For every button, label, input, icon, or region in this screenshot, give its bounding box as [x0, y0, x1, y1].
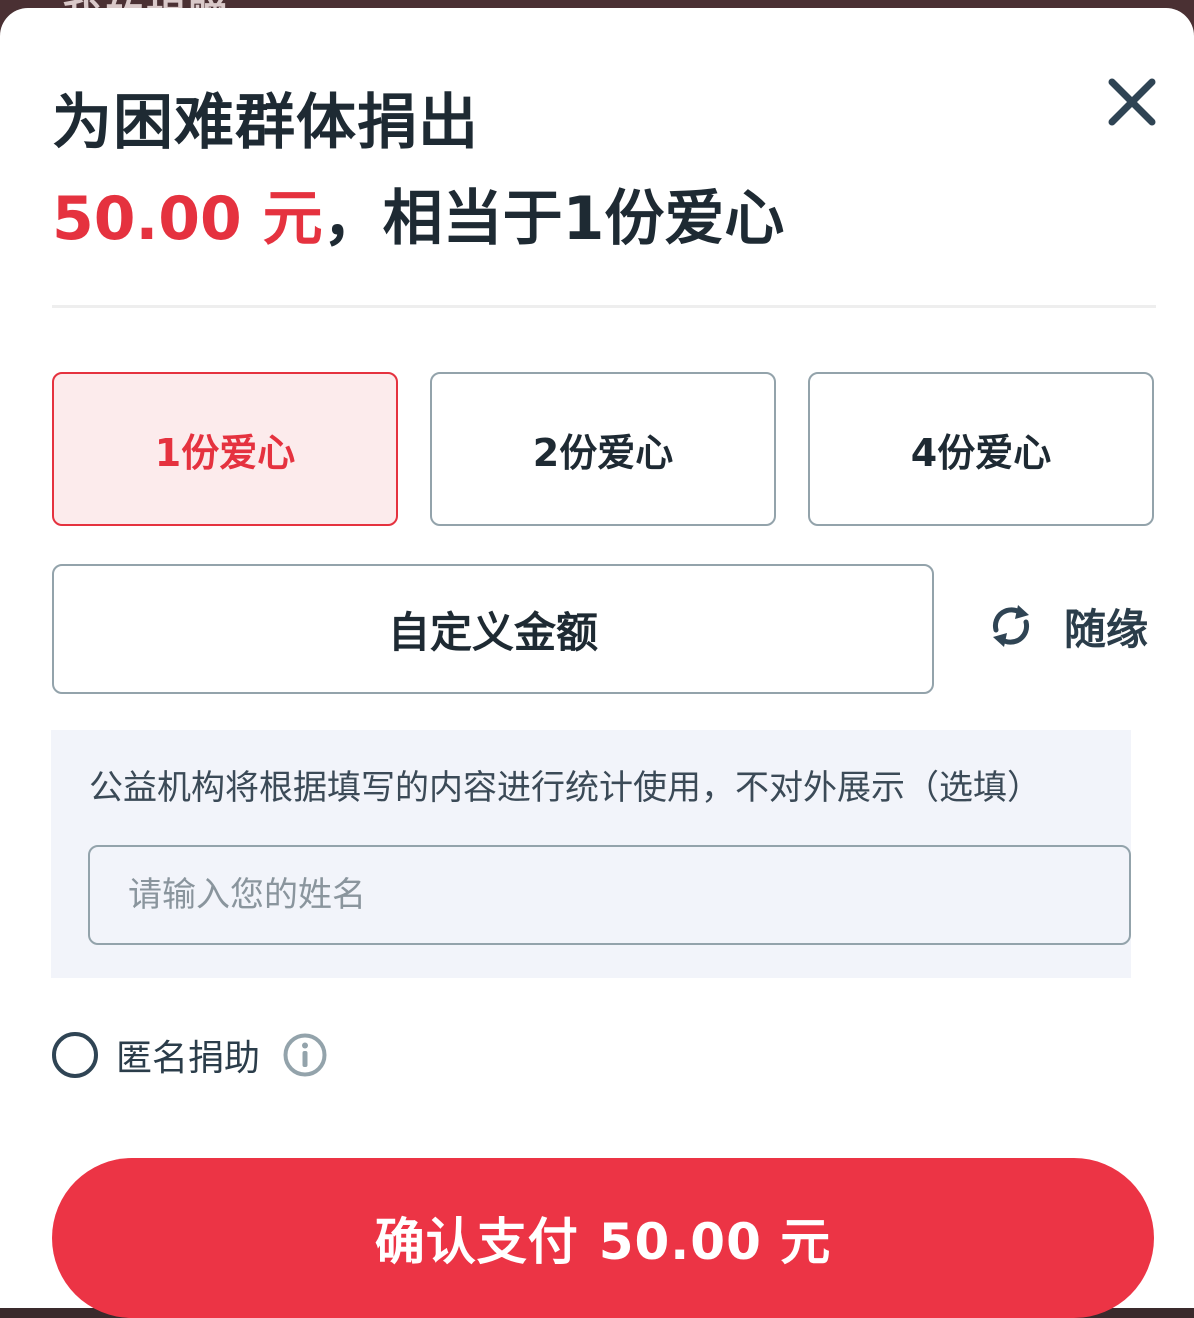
donation-amount: 50.00 元	[52, 184, 323, 254]
pay-amount: 50.00 元	[598, 1213, 832, 1271]
anonymous-label: 匿名捐助	[116, 1038, 261, 1079]
option-1-share[interactable]: 1份爱心	[52, 372, 398, 526]
divider	[52, 305, 1156, 308]
option-2-shares[interactable]: 2份爱心	[430, 372, 776, 526]
name-input[interactable]	[88, 845, 1131, 945]
anonymous-row: 匿名捐助	[52, 1030, 328, 1080]
sheet-subtitle: 50.00 元，相当于1份爱心	[52, 170, 784, 257]
info-icon[interactable]	[282, 1032, 328, 1078]
info-text: 公益机构将根据填写的内容进行统计使用，不对外展示（选填）	[89, 768, 1041, 808]
custom-amount-button[interactable]: 自定义金额	[52, 564, 934, 694]
anonymous-radio[interactable]	[52, 1032, 98, 1078]
sheet-title: 为困难群体捐出	[52, 88, 479, 158]
confirm-pay-button[interactable]: 确认支付 50.00 元	[52, 1158, 1154, 1318]
option-4-shares[interactable]: 4份爱心	[808, 372, 1154, 526]
close-icon	[1108, 78, 1156, 126]
pay-label: 确认支付	[374, 1213, 579, 1271]
info-panel: 公益机构将根据填写的内容进行统计使用，不对外展示（选填）	[51, 730, 1131, 978]
random-amount-button[interactable]: 随缘	[988, 594, 1148, 658]
random-label: 随缘	[1064, 604, 1149, 654]
equivalent-text: ，相当于1份爱心	[322, 184, 785, 254]
donation-sheet: 为困难群体捐出 50.00 元，相当于1份爱心 1份爱心 2份爱心 4份爱心 自…	[0, 8, 1194, 1318]
refresh-icon	[992, 605, 1030, 647]
close-button[interactable]	[1100, 70, 1164, 134]
